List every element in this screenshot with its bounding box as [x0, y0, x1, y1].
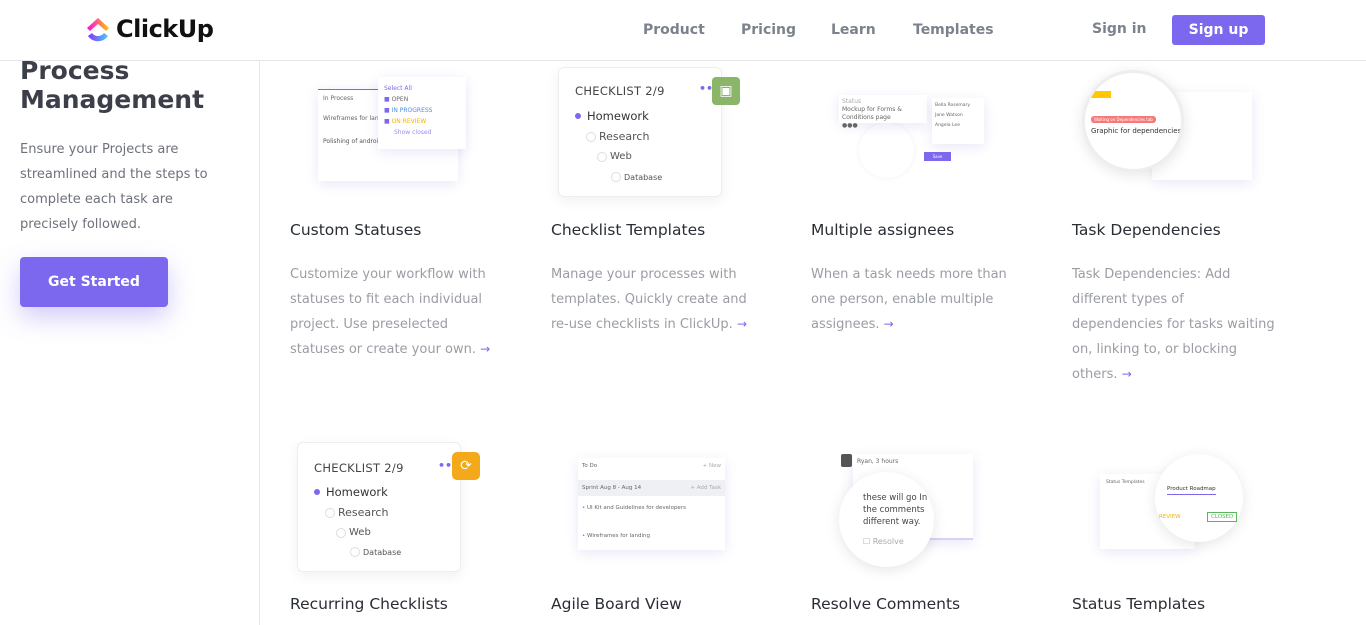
assignee: Bella Rosemary: [935, 103, 970, 108]
arrow-right-icon[interactable]: →: [737, 317, 747, 331]
nav-pricing[interactable]: Pricing: [741, 22, 796, 38]
waiting-on-tag: Waiting on Dependencies tab: [1091, 116, 1156, 123]
feature-title: Resolve Comments: [811, 595, 961, 613]
get-started-button[interactable]: Get Started: [20, 257, 168, 307]
task-name: Mockup for Forms & Conditions page: [842, 106, 902, 121]
feature-description: Manage your processes with templates. Qu…: [551, 267, 748, 332]
status-review: REVIEW: [1159, 514, 1181, 520]
save-icon: ▣: [712, 77, 740, 105]
nav-learn[interactable]: Learn: [831, 22, 876, 38]
comment-text: these will go In the comments different …: [863, 493, 928, 527]
save-button: Save: [924, 152, 951, 161]
select-all-link: Select All: [384, 85, 412, 92]
status-option: ■ OPEN: [384, 96, 409, 103]
tab-product-roadmap: Product Roadmap: [1167, 486, 1216, 495]
clickup-logo[interactable]: ClickUp: [85, 14, 214, 44]
left-panel: Process Management Ensure your Projects …: [0, 56, 260, 625]
checklist-header: CHECKLIST 2/9: [314, 461, 404, 475]
task-card: • UI Kit and Guidelines for developers: [582, 505, 686, 511]
feature-title: Task Dependencies: [1072, 221, 1221, 239]
feature-title: Multiple assignees: [811, 221, 955, 239]
comments-illustration: Ryan, 3 hours these will go In the comme…: [839, 452, 989, 567]
assignee: Jane Watson: [935, 113, 963, 118]
status-option: ■ ON REVIEW: [384, 118, 427, 125]
task-name: Graphic for dependencies feature: [1091, 127, 1182, 135]
custom-statuses-illustration: In Process Wireframes for land Polishing…: [318, 77, 468, 187]
checklist-item: Database: [624, 172, 663, 182]
feature-title: Status Templates: [1072, 595, 1206, 613]
assignees-illustration: Status Mockup for Forms & Conditions page…: [839, 95, 999, 178]
brand-name: ClickUp: [116, 15, 214, 43]
checklist-item: Homework: [587, 109, 649, 123]
header: ClickUp Product Pricing Learn Templates …: [0, 0, 1366, 61]
page-description: Ensure your Projects are streamlined and…: [20, 142, 208, 232]
resolve-checkbox: ☐ Resolve: [863, 537, 904, 546]
recurring-icon: ⟳: [452, 452, 480, 480]
feature-title: Checklist Templates: [551, 221, 706, 239]
page-title: Process Management: [20, 56, 205, 114]
feature-description: When a task needs more than one person, …: [811, 267, 1007, 332]
status-closed: CLOSED: [1207, 512, 1238, 522]
checklist-header: CHECKLIST 2/9: [575, 84, 665, 98]
feature-title: Custom Statuses: [290, 221, 422, 239]
dependencies-illustration: Waiting on Dependencies tab Graphic for …: [1082, 70, 1257, 185]
checklist-item: Database: [363, 547, 402, 557]
sign-in-link[interactable]: Sign in: [1092, 21, 1147, 37]
arrow-right-icon[interactable]: →: [1122, 367, 1132, 381]
checklist-item: Research: [599, 130, 650, 143]
checklist-illustration: CHECKLIST 2/9 ••• Homework Research Web …: [558, 67, 722, 197]
checklist-illustration: CHECKLIST 2/9 ••• Homework Research Web …: [297, 442, 461, 572]
status-templates-illustration: Status Templates Product Roadmap REVIEW …: [1100, 454, 1250, 569]
agile-board-illustration: To Do + New Sprint Aug 8 - Aug 14 + Add Ta…: [578, 458, 725, 550]
avatar: [841, 454, 852, 467]
arrow-right-icon[interactable]: →: [480, 342, 490, 356]
checklist-item: Web: [349, 527, 371, 538]
nav-templates[interactable]: Templates: [913, 22, 994, 38]
nav-product[interactable]: Product: [643, 22, 705, 38]
feature-description: Customize your workflow with statuses to…: [290, 267, 491, 357]
clickup-logo-icon: [87, 18, 109, 42]
checklist-item: Homework: [326, 485, 388, 499]
feature-title: Agile Board View: [551, 595, 682, 613]
status-option: ■ IN PROGRESS: [384, 107, 433, 114]
assignee: Angela Lee: [935, 123, 960, 128]
sign-up-button[interactable]: Sign up: [1172, 15, 1265, 45]
arrow-right-icon[interactable]: →: [884, 317, 894, 331]
feature-description: Task Dependencies: Add different types o…: [1072, 267, 1275, 382]
task-card: • Wireframes for landing: [582, 533, 650, 539]
checklist-item: Research: [338, 506, 389, 519]
feature-title: Recurring Checklists: [290, 595, 448, 613]
checklist-item: Web: [610, 151, 632, 162]
show-closed-link: Show closed: [394, 129, 432, 136]
